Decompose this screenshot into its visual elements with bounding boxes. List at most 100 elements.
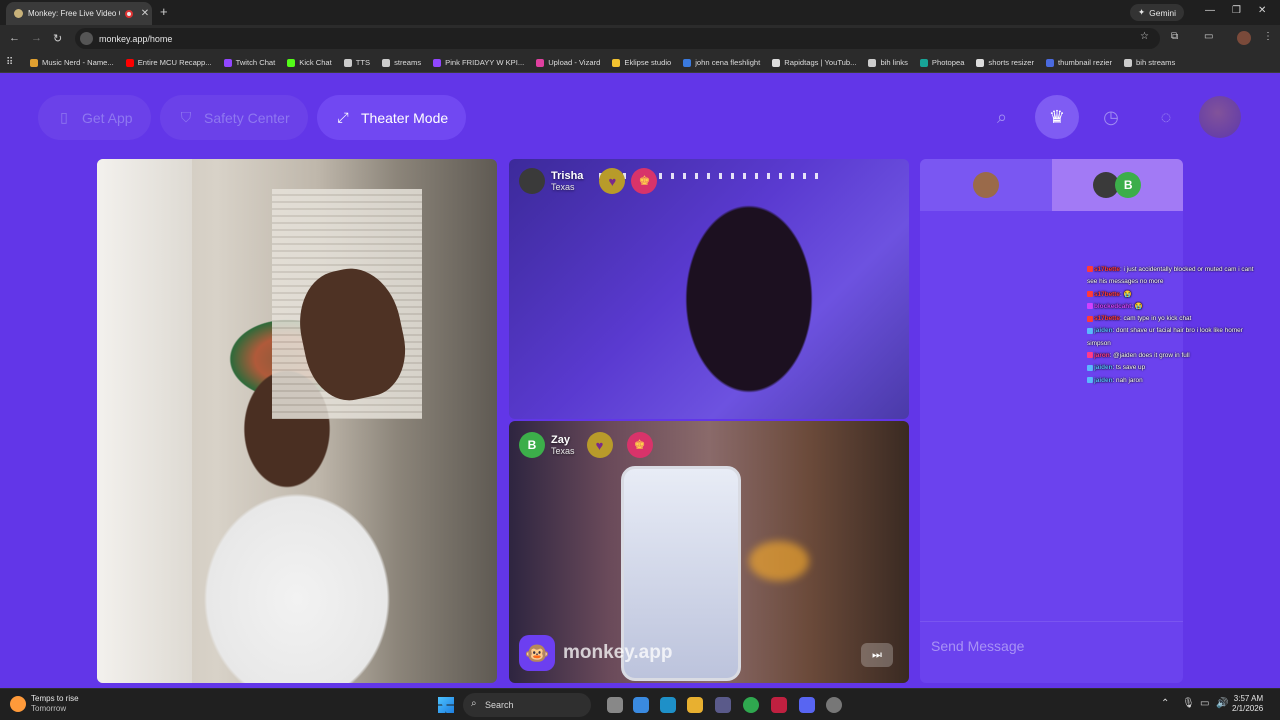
chat-tab-zay[interactable]: B — [1051, 159, 1183, 211]
bookmark-item[interactable]: Rapidtags | YouTub... — [772, 58, 856, 67]
obs-icon[interactable] — [826, 697, 842, 713]
weather-widget[interactable]: Temps to rise Tomorrow — [10, 694, 79, 714]
minimize-button[interactable]: — — [1205, 5, 1215, 16]
menu-icon[interactable]: ⋮ — [1263, 31, 1273, 42]
weather-line1: Temps to rise — [31, 694, 79, 703]
crown-badge-icon: ♚ — [631, 168, 658, 194]
platform-badge-icon — [1087, 352, 1093, 359]
bookmark-item[interactable]: john cena fleshlight — [683, 58, 760, 67]
forward-icon[interactable]: → — [31, 32, 42, 44]
network-icon[interactable]: ▭ — [1200, 698, 1209, 709]
chat-message: blockedcaht: 😭 — [1087, 301, 1280, 313]
bookmark-item[interactable]: Upload - Vizard — [536, 58, 600, 67]
task-view-icon[interactable] — [607, 697, 623, 713]
bookmark-item[interactable]: shorts resizer — [976, 58, 1034, 67]
bookmark-item[interactable]: Music Nerd - Name... — [30, 58, 114, 67]
user-tag-zay[interactable]: B Zay Texas ♥ ♚ — [519, 432, 653, 458]
extensions-icon[interactable]: ⧉ — [1171, 31, 1178, 42]
chat-username: blockedcaht — [1094, 302, 1132, 310]
get-app-button[interactable]: ▯ Get App — [38, 95, 151, 140]
close-tab-icon[interactable]: ✕ — [138, 8, 152, 19]
bookmark-item[interactable]: Kick Chat — [287, 58, 332, 67]
my-profile-avatar[interactable] — [1199, 96, 1241, 138]
bookmark-star-icon[interactable]: ☆ — [1140, 31, 1149, 42]
chat-tab-letter-avatar: B — [1115, 172, 1142, 198]
bookmark-label: streams — [394, 58, 422, 67]
url-input[interactable]: monkey.app/home — [75, 28, 1160, 49]
tray-chevron-icon[interactable]: ⌃ — [1161, 698, 1169, 709]
theater-mode-button[interactable]: ⤢ Theater Mode — [317, 95, 467, 140]
chat-bubble-icon[interactable]: ◌ — [1144, 95, 1188, 139]
taskbar-search-input[interactable]: ⌕ Search — [463, 693, 591, 717]
chat-text: simpson — [1087, 339, 1111, 347]
chat-message: s17bette: i just accidentally blocked or… — [1087, 264, 1280, 276]
bookmark-label: Photopea — [931, 58, 965, 67]
bookmark-item[interactable]: thumbnail rezier — [1046, 58, 1112, 67]
taskbar-search-label: Search — [485, 700, 514, 710]
apps-grid-icon[interactable]: ⠿ — [6, 57, 30, 68]
browser-tab-active[interactable]: Monkey: Free Live Video Ch ✕ — [6, 2, 152, 25]
bookmark-item[interactable]: Pink FRIDAYY W KPI... — [433, 58, 524, 67]
maximize-button[interactable]: ❐ — [1232, 5, 1241, 16]
next-app-icon[interactable] — [771, 697, 787, 713]
chrome-icon[interactable] — [743, 697, 759, 713]
store-icon[interactable] — [715, 697, 731, 713]
safety-center-button[interactable]: ⛉ Safety Center — [160, 95, 308, 140]
user-tag-trisha[interactable]: Trisha Texas ♥ ♚ — [519, 168, 658, 194]
chat-message: jaiden: dont shave ur facial hair bro i … — [1087, 325, 1280, 337]
gemini-button[interactable]: ✦ Gemini — [1130, 4, 1185, 21]
back-icon[interactable]: ← — [9, 32, 20, 44]
edge-icon[interactable] — [660, 697, 676, 713]
reload-icon[interactable]: ↻ — [53, 32, 62, 45]
bookmark-item[interactable]: bih streams — [1124, 58, 1175, 67]
bookmark-favicon-icon — [612, 58, 621, 67]
file-explorer-icon[interactable] — [687, 697, 703, 713]
bookmark-favicon-icon — [30, 58, 38, 67]
windows-taskbar: Temps to rise Tomorrow ⌕ Search ⌃ 🎙 ▭ 🔊 … — [0, 688, 1280, 720]
bookmark-item[interactable]: TTS — [343, 58, 370, 67]
bookmark-item[interactable]: Eklipse studio — [612, 58, 671, 67]
send-message-input[interactable]: Send Message — [920, 621, 1183, 669]
bookmark-item[interactable]: streams — [382, 58, 421, 67]
recording-icon — [125, 9, 133, 18]
bookmark-favicon-icon — [919, 58, 928, 67]
skip-button[interactable]: ⏭ — [861, 643, 893, 667]
chat-tab-trisha[interactable] — [920, 159, 1052, 211]
bookmark-label: shorts resizer — [988, 58, 1034, 67]
user-name: Trisha — [551, 169, 584, 182]
sidebar-icon[interactable]: ▭ — [1204, 31, 1213, 42]
monkey-app: ▯ Get App ⛉ Safety Center ⤢ Theater Mode… — [0, 74, 1280, 688]
profile-avatar[interactable] — [1237, 31, 1251, 45]
partner-video-zay: B Zay Texas ♥ ♚ 🐵 monkey.app ⏭ — [509, 421, 909, 683]
chat-text: : 😭 — [1119, 290, 1132, 298]
bookmark-item[interactable]: Twitch Chat — [223, 58, 275, 67]
search-icon: ⌕ — [471, 698, 477, 709]
discord-icon[interactable] — [799, 697, 815, 713]
clock-time: 3:57 AM — [1233, 694, 1264, 703]
bookmark-item[interactable]: Entire MCU Recapp... — [125, 58, 212, 67]
volume-icon[interactable]: 🔊 — [1216, 698, 1228, 709]
bookmark-favicon-icon — [223, 58, 232, 67]
bookmark-item[interactable]: Photopea — [919, 58, 965, 67]
chat-text: : ts save up — [1112, 364, 1146, 372]
chat-text: : dont shave ur facial hair bro i look l… — [1112, 327, 1243, 335]
chat-username: jaiden — [1094, 376, 1113, 384]
crown-icon[interactable]: ♛ — [1035, 95, 1079, 139]
new-tab-button[interactable]: + — [160, 4, 168, 19]
clock[interactable]: 3:57 AM 2/1/2026 — [1232, 694, 1263, 714]
platform-badge-icon — [1087, 303, 1093, 310]
history-icon[interactable]: ◷ — [1089, 95, 1133, 139]
bookmark-label: Kick Chat — [299, 58, 332, 67]
windows-start-icon[interactable] — [438, 697, 454, 713]
copilot-icon[interactable] — [633, 697, 649, 713]
partner-video-trisha: Trisha Texas ♥ ♚ — [509, 159, 909, 419]
search-icon[interactable]: ⌕ — [980, 95, 1024, 139]
mic-icon[interactable]: 🎙 — [1182, 698, 1195, 709]
site-info-icon[interactable] — [80, 32, 93, 45]
clock-date: 2/1/2026 — [1232, 704, 1264, 713]
bookmark-item[interactable]: bih links — [868, 58, 908, 67]
theater-mode-label: Theater Mode — [361, 109, 449, 126]
chat-message: jaiden: nah jaron — [1087, 375, 1280, 387]
bookmark-favicon-icon — [1046, 58, 1054, 67]
close-window-button[interactable]: ✕ — [1258, 5, 1266, 16]
